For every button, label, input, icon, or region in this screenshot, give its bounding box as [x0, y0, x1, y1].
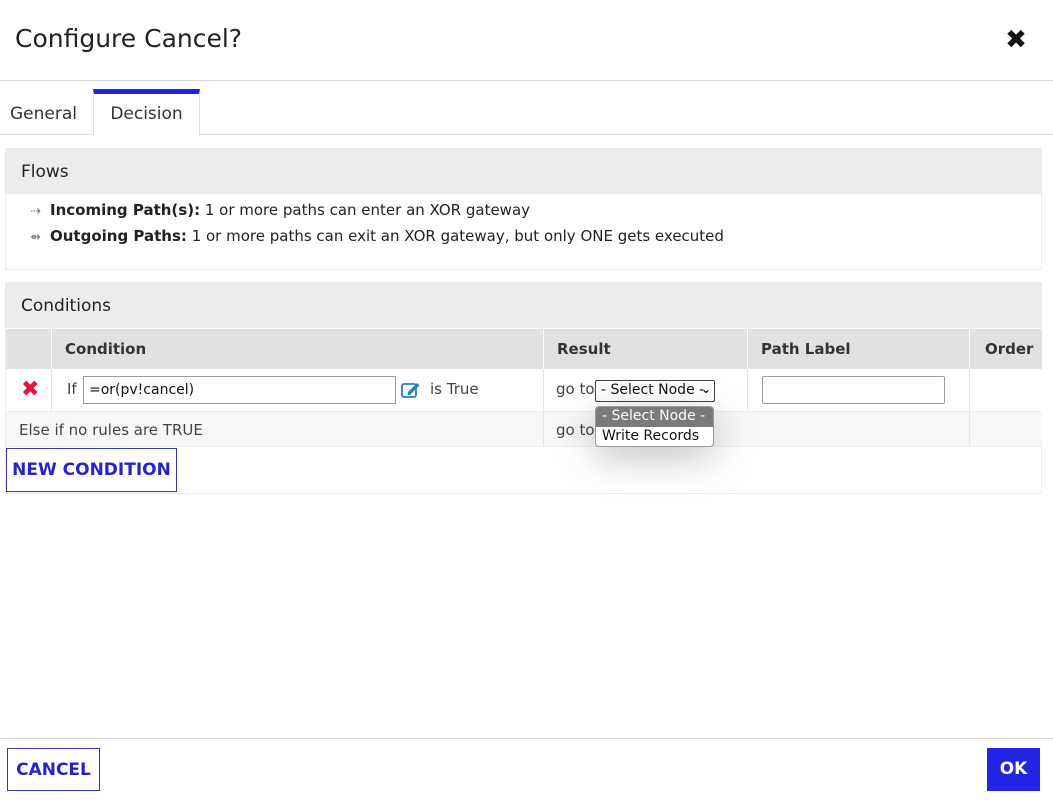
outgoing-paths-line: ⇴ Outgoing Paths: 1 or more paths can exi… [30, 227, 724, 245]
outgoing-text: 1 or more paths can exit an XOR gateway,… [186, 227, 724, 245]
header-delete-col [6, 329, 51, 369]
conditions-panel: Conditions Condition Result Path Label O… [5, 282, 1042, 494]
else-row: Else if no rules are TRUE go to [6, 412, 1042, 447]
tab-general[interactable]: General [10, 89, 93, 135]
conditions-heading: Conditions [6, 283, 1041, 328]
condition-expression-input[interactable] [83, 376, 396, 404]
edit-expression-icon[interactable] [401, 381, 421, 399]
outgoing-label: Outgoing Paths: [50, 227, 187, 245]
new-condition-button[interactable]: NEW CONDITION [6, 448, 177, 492]
ok-button[interactable]: OK [987, 748, 1040, 791]
dialog-footer: CANCEL OK [0, 738, 1053, 801]
goto-label: go to [556, 380, 595, 398]
incoming-paths-line: ⇢ Incoming Path(s): 1 or more paths can e… [30, 201, 530, 219]
if-label: If [67, 380, 77, 398]
incoming-arrow-icon: ⇢ [30, 204, 41, 219]
header-result: Result [543, 329, 747, 369]
tab-decision[interactable]: Decision [93, 89, 200, 136]
header-order: Order [969, 329, 1042, 369]
header-condition: Condition [51, 329, 543, 369]
else-text: Else if no rules are TRUE [19, 421, 203, 439]
option-write-records[interactable]: Write Records [596, 427, 713, 446]
path-label-input[interactable] [762, 376, 945, 404]
select-node-dropdown[interactable]: - Select Node - ⌄ [595, 380, 715, 402]
flows-heading: Flows [6, 149, 1041, 194]
select-node-value: - Select Node - [601, 382, 705, 398]
close-icon[interactable]: ✖ [1005, 27, 1027, 53]
else-goto-label: go to [556, 421, 595, 439]
header-path-label: Path Label [747, 329, 969, 369]
dialog-title: Configure Cancel? [15, 24, 243, 53]
dialog-header: Configure Cancel? ✖ [0, 0, 1053, 81]
table-header-row: Condition Result Path Label Order [6, 329, 1042, 369]
cancel-button[interactable]: CANCEL [7, 748, 100, 791]
chevron-down-icon: ⌄ [700, 382, 711, 396]
flows-panel: Flows ⇢ Incoming Path(s): 1 or more paths… [5, 148, 1042, 270]
tab-bar: General Decision [0, 89, 1053, 136]
is-true-label: is True [430, 380, 479, 398]
option-select-node[interactable]: - Select Node - [596, 407, 713, 427]
outgoing-arrow-icon: ⇴ [30, 230, 41, 245]
incoming-text: 1 or more paths can enter an XOR gateway [200, 201, 531, 219]
incoming-label: Incoming Path(s): [50, 201, 201, 219]
select-node-options: - Select Node - Write Records [595, 406, 714, 447]
table-row: ✖ If is True go to - Select Node - ⌄ [6, 369, 1042, 412]
delete-condition-icon[interactable]: ✖ [21, 379, 39, 401]
